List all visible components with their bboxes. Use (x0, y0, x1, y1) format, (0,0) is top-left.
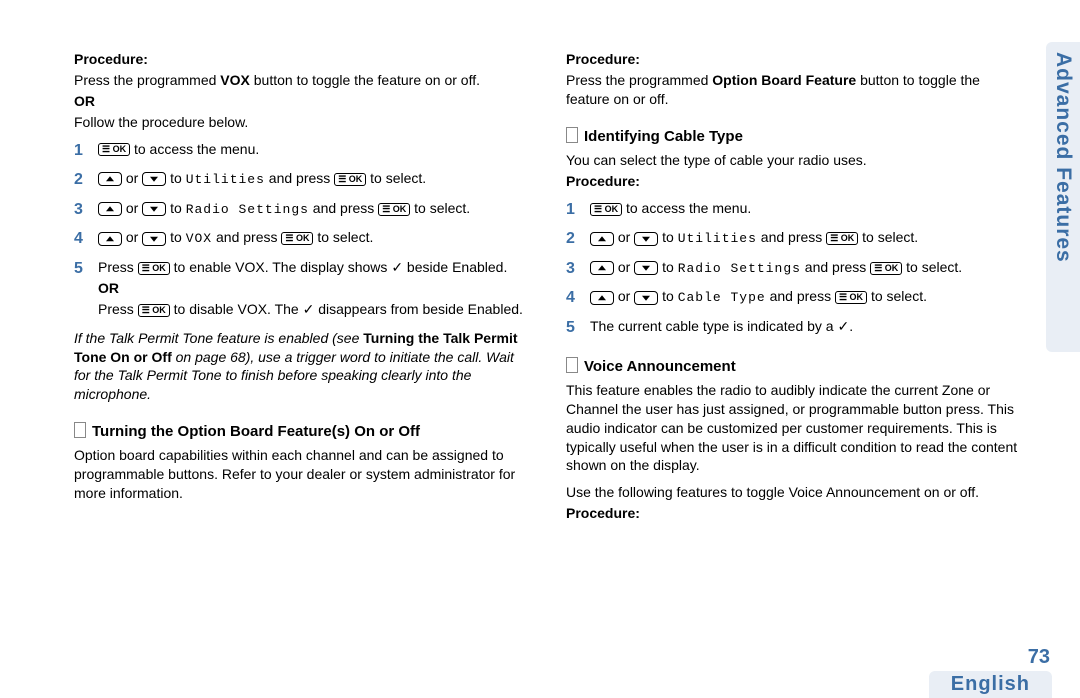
steps-list: 1 ☰ OK to access the menu. 2 or to Utili… (566, 199, 1022, 339)
section-body: This feature enables the radio to audibl… (566, 381, 1022, 475)
section-marker-icon (566, 357, 578, 373)
list-item: 4 or to VOX and press ☰ OK to select. (74, 228, 530, 250)
section-body: Use the following features to toggle Voi… (566, 483, 1022, 502)
section-marker-icon (74, 422, 86, 438)
procedure-label: Procedure: (566, 50, 1022, 69)
down-arrow-icon (142, 202, 166, 216)
list-item: 3 or to Radio Settings and press ☰ OK to… (74, 199, 530, 221)
down-arrow-icon (142, 172, 166, 186)
ok-button-icon: ☰ OK (378, 203, 410, 216)
down-arrow-icon (634, 261, 658, 275)
step-number: 2 (74, 169, 88, 191)
ok-button-icon: ☰ OK (870, 262, 902, 275)
down-arrow-icon (142, 232, 166, 246)
step-number: 5 (74, 258, 88, 280)
ok-button-icon: ☰ OK (826, 232, 858, 245)
procedure-label: Procedure: (566, 504, 1022, 523)
section-body: Option board capabilities within each ch… (74, 446, 530, 503)
ok-button-icon: ☰ OK (98, 143, 130, 156)
down-arrow-icon (634, 291, 658, 305)
procedure-label: Procedure: (74, 50, 530, 69)
list-item: 3 or to Radio Settings and press ☰ OK to… (566, 258, 1022, 280)
section-heading: Identifying Cable Type (566, 127, 1022, 147)
list-item: 2 or to Utilities and press ☰ OK to sele… (74, 169, 530, 191)
up-arrow-icon (98, 232, 122, 246)
step-number: 4 (566, 287, 580, 309)
left-column: Procedure: Press the programmed VOX butt… (74, 48, 530, 600)
page-number: 73 (929, 646, 1052, 669)
list-item: 2 or to Utilities and press ☰ OK to sele… (566, 228, 1022, 250)
note-text: If the Talk Permit Tone feature is enabl… (74, 329, 530, 405)
step-number: 3 (566, 258, 580, 280)
ok-button-icon: ☰ OK (334, 173, 366, 186)
list-item: 1 ☰ OK to access the menu. (566, 199, 1022, 221)
step-number: 1 (566, 199, 580, 221)
step-number: 2 (566, 228, 580, 250)
list-item: 1 ☰ OK to access the menu. (74, 140, 530, 162)
side-tab-label: Advanced Features (1051, 52, 1075, 263)
section-heading: Voice Announcement (566, 357, 1022, 377)
intro-text-2: Follow the procedure below. (74, 113, 530, 132)
up-arrow-icon (98, 172, 122, 186)
ok-button-icon: ☰ OK (835, 291, 867, 304)
list-item: 5 The current cable type is indicated by… (566, 317, 1022, 339)
side-tab: Advanced Features (1046, 42, 1080, 352)
language-tab: English (929, 671, 1052, 698)
intro-text: Press the programmed VOX button to toggl… (74, 71, 530, 90)
section-heading: Turning the Option Board Feature(s) On o… (74, 422, 530, 442)
up-arrow-icon (590, 232, 614, 246)
step-number: 4 (74, 228, 88, 250)
or-label: OR (74, 92, 530, 111)
up-arrow-icon (590, 291, 614, 305)
step-number: 1 (74, 140, 88, 162)
or-label: OR (98, 279, 530, 298)
section-marker-icon (566, 127, 578, 143)
intro-text: Press the programmed Option Board Featur… (566, 71, 1022, 109)
list-item: 4 or to Cable Type and press ☰ OK to sel… (566, 287, 1022, 309)
down-arrow-icon (634, 232, 658, 246)
list-item: 5 Press ☰ OK to enable VOX. The display … (74, 258, 530, 319)
step-number: 3 (74, 199, 88, 221)
steps-list: 1 ☰ OK to access the menu. 2 or to Utili… (74, 140, 530, 319)
right-column: Procedure: Press the programmed Option B… (566, 48, 1022, 600)
up-arrow-icon (98, 202, 122, 216)
ok-button-icon: ☰ OK (138, 262, 170, 275)
footer: 73 English (929, 646, 1080, 698)
ok-button-icon: ☰ OK (281, 232, 313, 245)
step-number: 5 (566, 317, 580, 339)
ok-button-icon: ☰ OK (138, 304, 170, 317)
procedure-label: Procedure: (566, 172, 1022, 191)
page-content: Procedure: Press the programmed VOX butt… (0, 0, 1080, 610)
section-body: You can select the type of cable your ra… (566, 151, 1022, 170)
ok-button-icon: ☰ OK (590, 203, 622, 216)
up-arrow-icon (590, 261, 614, 275)
